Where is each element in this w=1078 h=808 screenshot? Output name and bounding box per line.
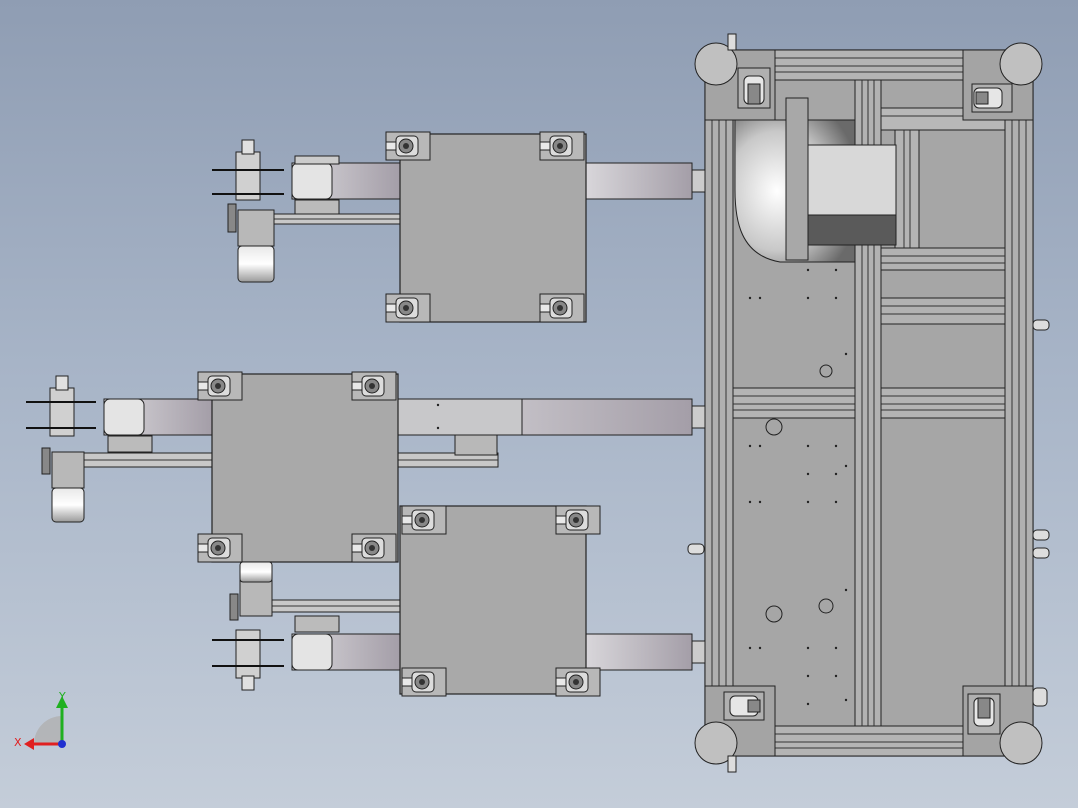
y-axis-label: Y	[58, 690, 66, 703]
arm-bottom	[585, 633, 706, 671]
cad-viewport[interactable]: Y X	[0, 0, 1078, 808]
main-frame	[687, 33, 1050, 773]
arm-middle	[397, 398, 706, 436]
z-axis-dot	[58, 740, 66, 748]
arm-top	[585, 162, 706, 200]
orientation-triad: Y X	[14, 690, 68, 750]
module-top	[212, 131, 587, 323]
x-axis-label: X	[14, 736, 22, 749]
